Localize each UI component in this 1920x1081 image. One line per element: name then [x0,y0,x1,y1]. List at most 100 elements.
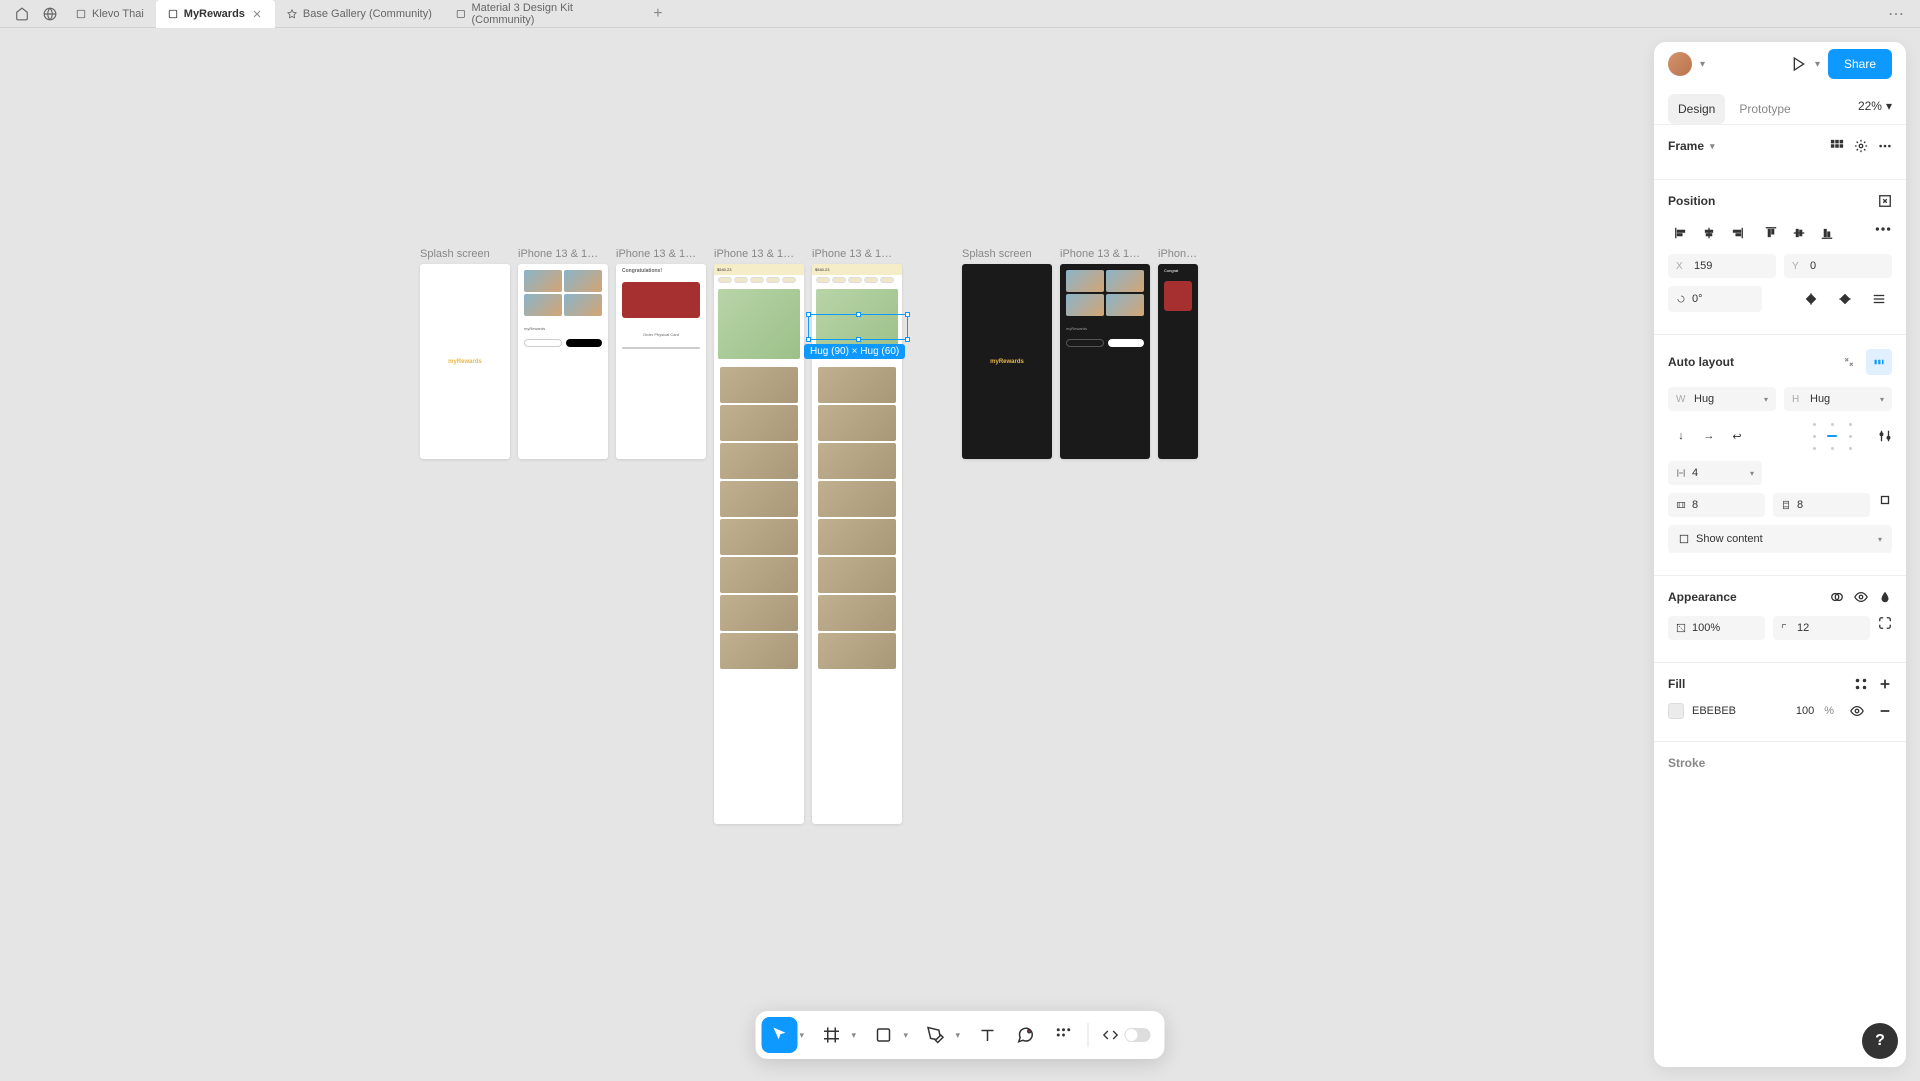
radius-input[interactable] [1797,622,1862,634]
align-center-h-button[interactable] [1696,220,1722,246]
fill-opacity-unit: % [1824,705,1834,717]
comment-tool[interactable] [1008,1017,1044,1053]
flip-v-button[interactable] [1832,286,1858,312]
artboard-label[interactable]: iPhone 1 [1158,248,1198,260]
tab-base-gallery[interactable]: Base Gallery (Community) [275,0,444,28]
new-tab-button[interactable]: + [644,5,672,23]
styles-icon[interactable] [1854,677,1868,691]
avatar[interactable] [1668,52,1692,76]
fill-color-chip[interactable] [1668,703,1684,719]
align-bottom-button[interactable] [1814,220,1840,246]
rotation-input[interactable] [1692,293,1754,305]
settings-icon[interactable] [1854,139,1868,153]
blend-mode-icon[interactable] [1830,590,1844,604]
tab-overflow-menu[interactable]: ⋯ [1880,4,1912,24]
clip-content-select[interactable]: Show content ▾ [1668,525,1892,553]
layout-settings-icon[interactable] [1878,429,1892,443]
home-button[interactable] [8,0,36,28]
zoom-control[interactable]: 22% ▾ [1858,99,1892,119]
present-button[interactable] [1791,56,1807,72]
artboard[interactable]: myRewards [420,264,510,459]
direction-wrap[interactable]: ↩ [1724,423,1750,449]
chevron-down-icon[interactable]: ▾ [1815,59,1820,70]
padding-v-input[interactable] [1797,499,1862,511]
artboard[interactable]: $540.23 [714,264,804,824]
component-options-icon[interactable] [1830,139,1844,153]
frame-tool-chevron[interactable]: ▾ [852,1030,864,1041]
padding-h-icon [1676,500,1686,510]
tidy-button[interactable] [1866,286,1892,312]
alignment-grid[interactable] [1806,419,1862,453]
toolbar: ▾ ▾ ▾ ▾ [756,1011,1165,1059]
align-center-v-button[interactable] [1786,220,1812,246]
close-icon[interactable] [251,8,263,20]
chevron-down-icon: ▾ [1710,141,1715,152]
tab-klevo-thai[interactable]: Klevo Thai [64,0,156,28]
align-right-button[interactable] [1724,220,1750,246]
align-top-button[interactable] [1758,220,1784,246]
flip-h-button[interactable] [1798,286,1824,312]
fit-to-content-icon[interactable] [1878,194,1892,208]
artboard-label[interactable]: iPhone 13 & 1… [518,248,608,260]
align-left-button[interactable] [1668,220,1694,246]
actions-tool[interactable] [1046,1017,1082,1053]
auto-layout-on[interactable] [1866,349,1892,375]
visibility-icon[interactable] [1850,704,1864,718]
add-fill-icon[interactable] [1878,677,1892,691]
padding-h-input[interactable] [1692,499,1757,511]
individual-padding-icon[interactable] [1878,493,1892,507]
tab-myrewards[interactable]: MyRewards [156,0,275,28]
selection-outline[interactable] [808,314,908,340]
artboard-label[interactable]: Splash screen [962,248,1052,260]
artboard-label[interactable]: iPhone 13 & 1… [616,248,706,260]
tab-material-3[interactable]: Material 3 Design Kit (Community) [444,0,644,28]
gap-input[interactable] [1692,467,1744,479]
direction-vertical[interactable]: ↓ [1668,423,1694,449]
chevron-down-icon[interactable]: ▾ [1700,59,1705,70]
community-button[interactable] [36,0,64,28]
tab-prototype[interactable]: Prototype [1729,94,1800,124]
auto-layout-off[interactable] [1836,349,1862,375]
position-section-title: Position [1668,194,1715,208]
artboard-label[interactable]: Splash screen [420,248,510,260]
pen-tool-chevron[interactable]: ▾ [956,1030,968,1041]
dev-mode-toggle[interactable] [1095,1017,1159,1053]
y-input[interactable] [1810,260,1884,272]
fill-hex[interactable]: EBEBEB [1692,705,1788,717]
frame-tool[interactable] [814,1017,850,1053]
opacity-input[interactable] [1692,622,1757,634]
height-select[interactable]: Hug [1810,393,1874,405]
artboard[interactable]: Congrat [1158,264,1198,459]
remove-fill-icon[interactable] [1878,704,1892,718]
artboard[interactable]: Congratulations!Order Physical Card [616,264,706,459]
individual-radius-icon[interactable] [1878,616,1892,630]
visibility-icon[interactable] [1854,590,1868,604]
fill-title: Fill [1668,677,1685,691]
pen-tool[interactable] [918,1017,954,1053]
shape-tool-chevron[interactable]: ▾ [904,1030,916,1041]
artboard[interactable]: myRewards [518,264,608,459]
text-tool[interactable] [970,1017,1006,1053]
direction-horizontal[interactable]: → [1696,423,1722,449]
fill-opacity[interactable]: 100 [1796,705,1814,717]
shape-tool[interactable] [866,1017,902,1053]
artboard[interactable]: myRewards [1060,264,1150,459]
more-icon[interactable] [1878,139,1892,153]
more-icon[interactable] [1874,220,1892,238]
tab-label: Base Gallery (Community) [303,8,432,20]
tab-design[interactable]: Design [1668,94,1725,124]
share-button[interactable]: Share [1828,49,1892,79]
artboard-label[interactable]: iPhone 13 & 1… [714,248,804,260]
move-tool-chevron[interactable]: ▾ [800,1030,812,1041]
help-button[interactable]: ? [1862,1023,1898,1059]
move-tool[interactable] [762,1017,798,1053]
canvas[interactable]: Splash screen myRewards iPhone 13 & 1… myR… [0,28,1920,1081]
artboard[interactable]: myRewards [962,264,1052,459]
width-select[interactable]: Hug [1694,393,1758,405]
artboard-label[interactable]: iPhone 13 & 1… [812,248,902,260]
x-input[interactable] [1694,260,1768,272]
blur-icon[interactable] [1878,590,1892,604]
y-label: Y [1792,261,1804,272]
artboard-label[interactable]: iPhone 13 & 1… [1060,248,1150,260]
frame-type-selector[interactable]: Frame ▾ [1668,139,1715,153]
